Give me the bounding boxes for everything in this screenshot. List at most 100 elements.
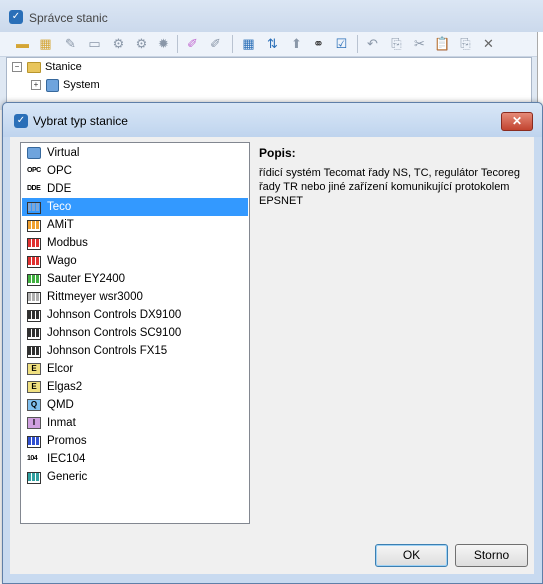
paste-special-icon[interactable]: ⎘ (457, 35, 474, 52)
list-item-rittmeyer-wsr3000[interactable]: Rittmeyer wsr3000 (22, 288, 248, 306)
list-item-qmd[interactable]: Q QMD (22, 396, 248, 414)
tree-item-stanice[interactable]: − Stanice (12, 59, 82, 75)
collapse-icon[interactable]: − (12, 62, 22, 73)
list-item-sauter-ey2400[interactable]: Sauter EY2400 (22, 270, 248, 288)
list-item-iec104[interactable]: 104 IEC104 (22, 450, 248, 468)
list-item-promos[interactable]: Promos (22, 432, 248, 450)
list-item-label: Elcor (47, 363, 74, 375)
list-item-label: Wago (47, 255, 77, 267)
export-icon[interactable]: ⬆ (288, 35, 305, 52)
close-button[interactable]: ✕ (501, 112, 533, 131)
ok-button[interactable]: OK (375, 544, 448, 567)
list-item-teco[interactable]: Teco (22, 198, 248, 216)
cut-icon[interactable]: ✂ (411, 35, 428, 52)
folder-icon (27, 61, 41, 73)
sort-az-icon[interactable]: ⇅ (264, 35, 281, 52)
app-logo-icon: ✓ (14, 114, 28, 128)
settings-icon[interactable]: ✹ (155, 35, 172, 52)
pen-icon[interactable]: ✐ (207, 35, 224, 52)
list-item-dde[interactable]: DDE DDE (22, 180, 248, 198)
monitor-icon (27, 147, 41, 159)
expand-icon[interactable]: + (31, 80, 41, 91)
list-item-johnson-controls-sc9100[interactable]: Johnson Controls SC9100 (22, 324, 248, 342)
disconnect-icon[interactable]: ⚙ (133, 35, 150, 52)
opc-icon: OPC (27, 167, 41, 174)
list-item-wago[interactable]: Wago (22, 252, 248, 270)
list-item-label: Promos (47, 435, 87, 447)
list-item-label: QMD (47, 399, 74, 411)
list-item-amit[interactable]: AMiT (22, 216, 248, 234)
list-item-johnson-controls-fx15[interactable]: Johnson Controls FX15 (22, 342, 248, 360)
iec104-icon: 104 (27, 455, 38, 462)
new-folder-icon[interactable]: ▬ (14, 35, 31, 52)
plc-bars-icon (27, 220, 41, 232)
window-title: Správce stanic (29, 11, 108, 25)
plc-bars-icon (27, 202, 41, 214)
list-item-generic[interactable]: Generic (22, 468, 248, 486)
list-item-label: Rittmeyer wsr3000 (47, 291, 143, 303)
plc-bars-icon (27, 256, 41, 268)
device-icon[interactable]: ▭ (86, 35, 103, 52)
list-item-johnson-controls-dx9100[interactable]: Johnson Controls DX9100 (22, 306, 248, 324)
side-panel-edge (537, 32, 543, 112)
list-item-elcor[interactable]: E Elcor (22, 360, 248, 378)
list-item-label: Generic (47, 471, 88, 483)
list-item-inmat[interactable]: I Inmat (22, 414, 248, 432)
list-item-label: Johnson Controls FX15 (47, 345, 168, 357)
tree-item-label: System (63, 79, 100, 91)
list-item-label: Teco (47, 201, 72, 213)
plc-bars-icon (27, 292, 41, 304)
paste-icon[interactable]: 📋 (434, 35, 451, 52)
delete-icon[interactable]: ✕ (480, 35, 497, 52)
dde-icon: DDE (27, 185, 41, 192)
new-station-icon[interactable]: ▦ (37, 35, 54, 52)
list-item-label: OPC (47, 165, 72, 177)
plc-bars-icon (27, 436, 41, 448)
plc-bars-icon (27, 328, 41, 340)
plc-bars-icon (27, 310, 41, 322)
list-item-label: Inmat (47, 417, 76, 429)
station-type-list[interactable]: Virtual OPC OPC DDE DDE Teco AMiT Modbus Wago Sau… (20, 142, 250, 524)
letter-e-icon: E (27, 381, 41, 393)
list-item-opc[interactable]: OPC OPC (22, 162, 248, 180)
plc-bars-icon (27, 346, 41, 358)
letter-i-icon: I (27, 417, 41, 429)
station-manager-titlebar: ✓ Správce stanic (0, 0, 543, 33)
station-manager-window: ✓ Správce stanic ▬ ▦ ✎ ▭ ⚙ ⚙ ✹ ✐ ✐ ▦ ⇅ ⬆… (0, 0, 543, 112)
list-item-elgas2[interactable]: E Elgas2 (22, 378, 248, 396)
list-item-label: Modbus (47, 237, 88, 249)
list-item-label: DDE (47, 183, 72, 195)
cancel-button[interactable]: Storno (455, 544, 528, 567)
tree-item-system[interactable]: + System (31, 77, 100, 93)
toolbar-separator (177, 35, 178, 53)
list-item-label: Virtual (47, 147, 80, 159)
toolbar-separator (357, 35, 358, 53)
check-list-icon[interactable]: ☑ (333, 35, 350, 52)
tree-item-label: Stanice (45, 61, 82, 73)
list-item-label: IEC104 (47, 453, 86, 465)
dialog-titlebar[interactable]: ✓ Vybrat typ stanice ✕ (3, 103, 542, 137)
copy-icon[interactable]: ⎘ (388, 35, 405, 52)
monitor-icon (46, 78, 59, 92)
list-item-label: AMiT (47, 219, 74, 231)
description-label: Popis: (259, 146, 296, 160)
binoculars-icon[interactable]: ⚭ (310, 35, 327, 52)
plc-bars-icon (27, 472, 41, 484)
toolbar-separator (232, 35, 233, 53)
letter-q-icon: Q (27, 399, 41, 411)
undo-icon[interactable]: ↶ (364, 35, 381, 52)
list-item-virtual[interactable]: Virtual (22, 144, 248, 162)
list-item-modbus[interactable]: Modbus (22, 234, 248, 252)
letter-e-icon: E (27, 363, 41, 375)
edit-icon[interactable]: ✎ (62, 35, 79, 52)
paint-icon[interactable]: ✐ (184, 35, 201, 52)
app-logo-icon: ✓ (9, 10, 23, 24)
list-item-label: Sauter EY2400 (47, 273, 126, 285)
plc-bars-icon (27, 238, 41, 250)
grid-icon[interactable]: ▦ (240, 35, 257, 52)
connect-icon[interactable]: ⚙ (110, 35, 127, 52)
dialog-title: Vybrat typ stanice (33, 114, 128, 128)
description-text: řídicí systém Tecomat řady NS, TC, regul… (259, 167, 521, 207)
dialog-body: Virtual OPC OPC DDE DDE Teco AMiT Modbus Wago Sau… (10, 137, 534, 574)
station-tree[interactable]: − Stanice + System (6, 57, 532, 103)
